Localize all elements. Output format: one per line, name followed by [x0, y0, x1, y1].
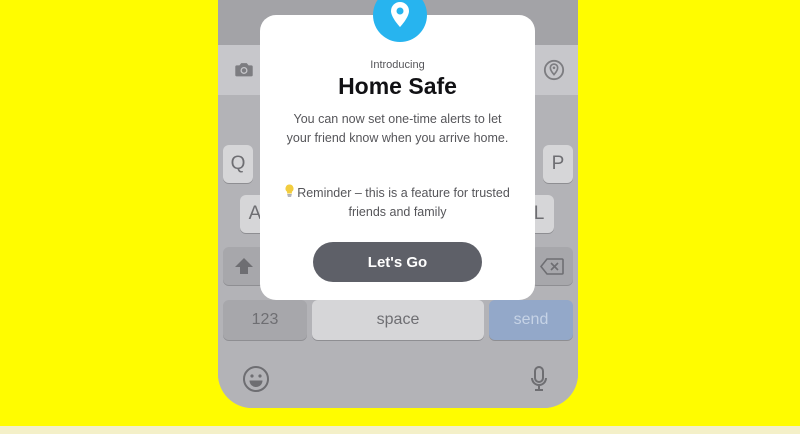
send-key[interactable]: send — [489, 300, 573, 340]
bottom-strip — [0, 426, 800, 434]
numbers-key[interactable]: 123 — [223, 300, 307, 340]
microphone-icon[interactable] — [530, 365, 548, 393]
delete-key[interactable] — [531, 247, 573, 285]
lets-go-button[interactable]: Let's Go — [313, 242, 482, 282]
lightbulb-icon — [285, 184, 294, 203]
space-key[interactable]: space — [312, 300, 484, 340]
shift-arrow-icon — [235, 258, 253, 274]
reminder-note: Reminder – this is a feature for trusted… — [280, 184, 515, 222]
key-p[interactable]: P — [543, 145, 573, 183]
reminder-text: Reminder – this is a feature for trusted… — [297, 186, 510, 219]
shift-key[interactable] — [223, 247, 265, 285]
dialog-description: You can now set one-time alerts to let y… — [286, 112, 509, 145]
home-safe-dialog: Introducing Home Safe You can now set on… — [260, 15, 535, 300]
intro-label: Introducing — [370, 59, 425, 71]
backspace-icon — [540, 257, 564, 275]
emoji-icon[interactable] — [242, 365, 270, 393]
dialog-title: Home Safe — [338, 73, 457, 99]
key-q[interactable]: Q — [223, 145, 253, 183]
camera-icon[interactable] — [233, 59, 255, 81]
location-pin-icon[interactable] — [543, 59, 565, 81]
location-pin-icon — [391, 2, 409, 27]
